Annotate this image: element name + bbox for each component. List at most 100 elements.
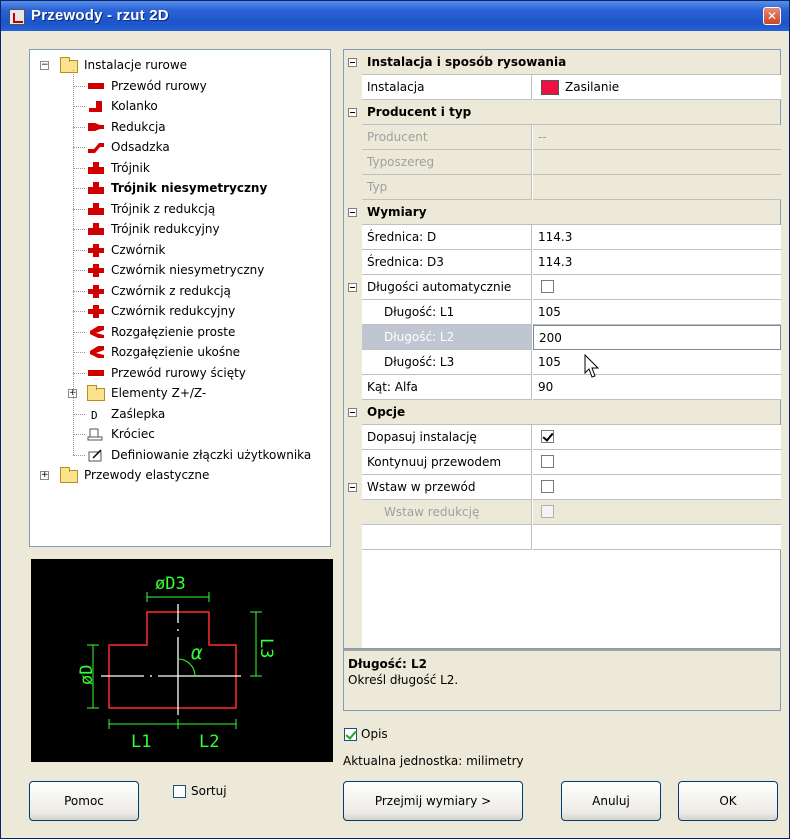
unit-text: Aktualna jednostka: milimetry [343, 754, 524, 768]
tree-item-label: Czwórnik [111, 242, 166, 257]
category-dimensions[interactable]: Wymiary [344, 200, 780, 225]
row-installation[interactable]: Instalacja Zasilanie [344, 75, 781, 100]
auto-lengths-checkbox[interactable] [541, 280, 554, 293]
category-installation[interactable]: Instalacja i sposób rysowania [344, 50, 780, 75]
tree-item[interactable]: Trójnik z redukcją [30, 199, 330, 219]
expand-icon[interactable]: + [40, 471, 49, 480]
tee-icon [88, 223, 104, 235]
tree-item[interactable]: D Zaślepka [30, 404, 330, 424]
tree-item[interactable]: Przewód rurowy [30, 76, 330, 96]
length-l3-value[interactable]: 105 [533, 350, 781, 375]
category-producer[interactable]: Producent i typ [344, 100, 780, 125]
branch-icon [90, 346, 104, 358]
tree-item[interactable]: Czwórnik redukcyjny [30, 301, 330, 321]
sort-label: Sortuj [191, 784, 227, 798]
fitting-preview: øD3 øD L3 L1 L2 α [31, 559, 333, 762]
insert-in-pipe-checkbox[interactable] [541, 480, 554, 493]
window-title: Przewody - rzut 2D [31, 7, 169, 24]
type-value [533, 175, 781, 200]
row-auto-lengths[interactable]: Długości automatycznie [344, 275, 781, 300]
row-length-l1[interactable]: Długość: L1 105 [344, 300, 781, 325]
label-l2: L2 [199, 732, 219, 752]
length-l2-input[interactable]: 200 [533, 325, 781, 350]
sort-checkbox[interactable] [173, 785, 186, 798]
row-empty [344, 525, 781, 550]
close-button[interactable]: ✕ [763, 7, 781, 25]
category-options[interactable]: Opcje [344, 400, 780, 425]
row-angle-alpha[interactable]: Kąt: Alfa 90 [344, 375, 781, 400]
series-value [533, 150, 781, 175]
ok-button[interactable]: OK [678, 781, 778, 821]
row-length-l3[interactable]: Długość: L3 105 [344, 350, 781, 375]
tree-item-label: Rozgałęzienie proste [111, 324, 236, 339]
pipe-offset-icon [88, 143, 104, 153]
row-diameter-d[interactable]: Średnica: D 114.3 [344, 225, 781, 250]
tree-item[interactable]: Redukcja [30, 117, 330, 137]
label-l1: L1 [131, 732, 151, 752]
tree-item-label: Przewód rurowy [111, 78, 207, 93]
diameter-d-value[interactable]: 114.3 [533, 225, 781, 250]
tree-item[interactable]: + Elementy Z+/Z- [30, 383, 330, 403]
length-l1-value[interactable]: 105 [533, 300, 781, 325]
row-insert-reduction: Wstaw redukcję [344, 500, 781, 525]
title-bar[interactable]: Przewody - rzut 2D ✕ [1, 1, 789, 31]
angle-alpha-value[interactable]: 90 [533, 375, 781, 400]
pipe-straight-icon [88, 82, 104, 89]
cancel-button[interactable]: Anuluj [561, 781, 661, 821]
row-diameter-d3[interactable]: Średnica: D3 114.3 [344, 250, 781, 275]
element-tree[interactable]: − Instalacje rurowe Przewód rurowy Kolanko R… [29, 49, 331, 547]
row-length-l2[interactable]: Długość: L2 200 [344, 325, 781, 350]
collapse-icon[interactable] [348, 58, 357, 67]
producer-label: Producent [362, 125, 532, 150]
tree-item-label: Króciec [111, 427, 155, 441]
row-insert-in-pipe[interactable]: Wstaw w przewód [344, 475, 781, 500]
tree-item[interactable]: Czwórnik niesymetryczny [30, 260, 330, 280]
collapse-icon[interactable] [348, 483, 357, 492]
tee-icon [88, 161, 104, 174]
tee-icon [88, 182, 104, 194]
tree-item[interactable]: Definiowanie złączki użytkownika [30, 445, 330, 465]
tree-item-label: Zaślepka [111, 406, 166, 421]
insert-in-pipe-label: Wstaw w przewód [362, 475, 532, 500]
branch-icon [90, 325, 104, 338]
diameter-d3-value[interactable]: 114.3 [533, 250, 781, 275]
tree-item[interactable]: Rozgałęzienie proste [30, 322, 330, 342]
tree-item[interactable]: Trójnik niesymetryczny [30, 178, 330, 198]
row-type: Typ [344, 175, 781, 200]
row-fit-installation[interactable]: Dopasuj instalację [344, 425, 781, 450]
continue-pipe-checkbox[interactable] [541, 455, 554, 468]
cross-icon [88, 284, 104, 298]
tree-item[interactable]: Kolanko [30, 96, 330, 116]
take-dimensions-button[interactable]: Przejmij wymiary > [343, 781, 523, 821]
fit-installation-checkbox[interactable] [541, 430, 554, 443]
tree-item[interactable]: + Przewody elastyczne [30, 465, 330, 485]
tree-item[interactable]: Odsadzka [30, 137, 330, 157]
tree-item[interactable]: Czwórnik z redukcją [30, 281, 330, 301]
define-fitting-icon [88, 448, 102, 461]
continue-pipe-label: Kontynuuj przewodem [362, 450, 532, 475]
tee-icon [88, 202, 104, 215]
tree-item[interactable]: Przewód rurowy ścięty [30, 363, 330, 383]
tree-item[interactable]: Trójnik redukcyjny [30, 219, 330, 239]
diameter-d3-label: Średnica: D3 [362, 250, 532, 275]
collapse-icon[interactable] [348, 283, 357, 292]
tree-item-label: Czwórnik redukcyjny [111, 304, 236, 318]
installation-value-cell[interactable]: Zasilanie [533, 75, 781, 100]
auto-lengths-label: Długości automatycznie [362, 275, 532, 300]
tree-item[interactable]: Rozgałęzienie ukośne [30, 342, 330, 362]
tree-item[interactable]: Czwórnik [30, 240, 330, 260]
row-continue-pipe[interactable]: Kontynuuj przewodem [344, 450, 781, 475]
tree-item[interactable]: Trójnik [30, 158, 330, 178]
collapse-icon[interactable]: − [40, 61, 49, 70]
help-button[interactable]: Pomoc [29, 781, 139, 821]
tree-item-label: Instalacje rurowe [84, 58, 188, 72]
collapse-icon[interactable] [348, 408, 357, 417]
collapse-icon[interactable] [348, 208, 357, 217]
tree-item[interactable]: − Instalacje rurowe [30, 55, 330, 75]
insert-reduction-checkbox [541, 505, 554, 518]
cap-icon: D [91, 409, 98, 421]
tree-item[interactable]: Króciec [30, 424, 330, 444]
opis-checkbox[interactable] [344, 728, 357, 741]
property-grid[interactable]: Instalacja i sposób rysowania Instalacja… [343, 49, 781, 649]
collapse-icon[interactable] [348, 108, 357, 117]
